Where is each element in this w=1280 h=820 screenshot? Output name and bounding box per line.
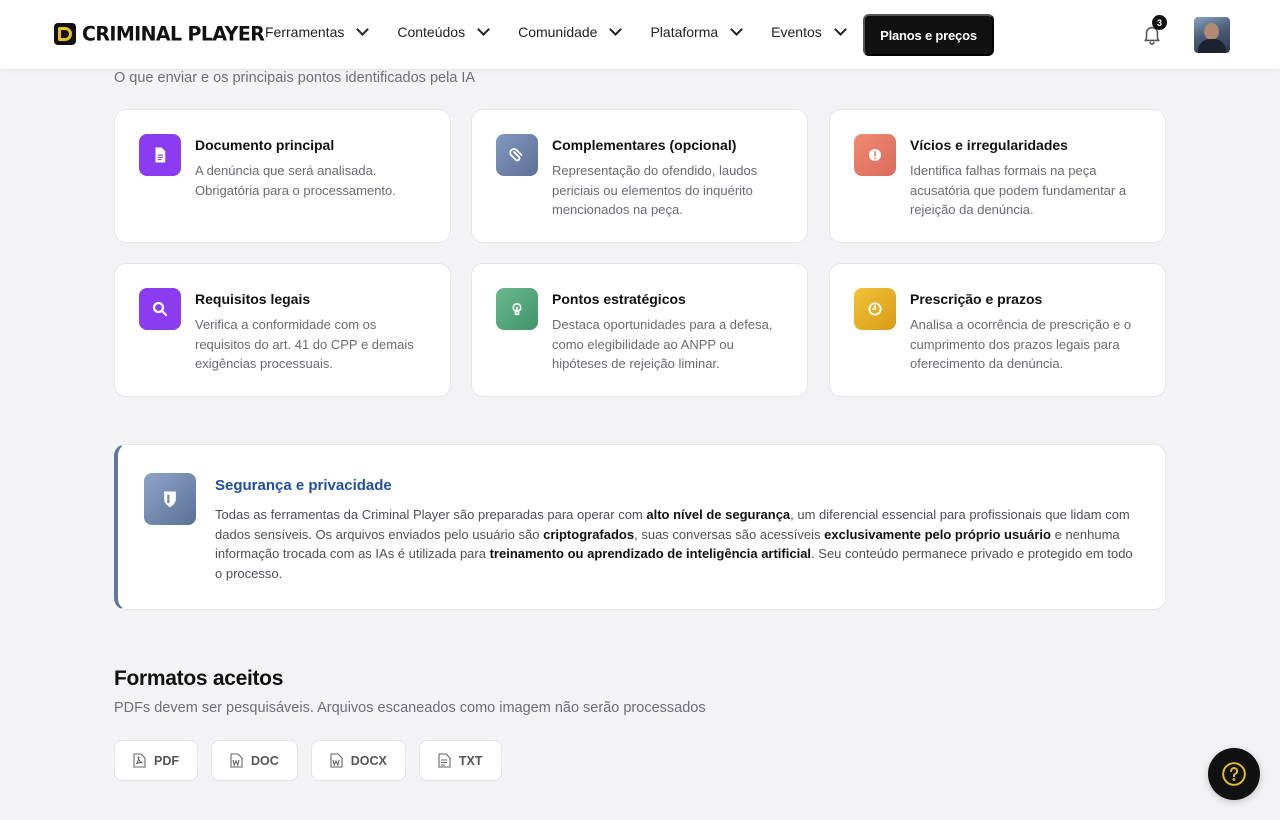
format-label: PDF: [154, 753, 179, 768]
card-description: Representação do ofendido, laudos perici…: [552, 163, 758, 218]
card-title: Requisitos legais: [195, 291, 311, 307]
feature-card-complementares: Complementares (opcional) Representação …: [471, 109, 808, 243]
nav-item-label: Ferramentas: [265, 24, 345, 40]
security-privacy-panel: Segurança e privacidade Todas as ferrame…: [114, 444, 1166, 610]
clock-icon: [854, 288, 896, 330]
chevron-down-icon: [477, 23, 490, 36]
chevron-down-icon: [356, 23, 370, 36]
help-button[interactable]: [1208, 748, 1260, 800]
card-title: Pontos estratégicos: [552, 291, 686, 307]
format-label: DOC: [251, 753, 279, 768]
brand-name: CRIMINAL PLAYER: [82, 22, 265, 46]
brand-logo[interactable]: CRIMINAL PLAYER: [54, 22, 265, 46]
search-icon: [139, 288, 181, 330]
alert-icon: [854, 134, 896, 176]
logo-mark-icon: [54, 23, 76, 45]
feature-card-pontos: Pontos estratégicos Destaca oportunidade…: [471, 263, 808, 397]
card-title: Prescrição e prazos: [910, 291, 1043, 307]
shield-icon: [144, 473, 196, 525]
card-description: Identifica falhas formais na peça acusat…: [910, 163, 1127, 218]
nav-item-label: Conteúdos: [397, 24, 466, 40]
format-label: TXT: [458, 753, 483, 768]
card-description: A denúncia que será analisada. Obrigatór…: [195, 163, 396, 198]
card-description: Analisa a ocorrência de prescrição e o c…: [910, 317, 1132, 372]
chevron-down-icon: [833, 23, 847, 36]
chevron-down-icon: [609, 23, 623, 36]
card-title: Vícios e irregularidades: [910, 137, 1068, 153]
formats-subtitle: PDFs devem ser pesquisáveis. Arquivos es…: [114, 700, 706, 716]
document-icon: [139, 134, 181, 176]
plans-pricing-button[interactable]: Planos e preços: [863, 14, 994, 56]
feature-card-prescricao: Prescrição e prazos Analisa a ocorrência…: [829, 263, 1166, 397]
format-label: DOCX: [350, 753, 387, 768]
nav-item-conteudos[interactable]: Conteúdos: [397, 23, 490, 40]
formats-title: Formatos aceitos: [114, 667, 284, 690]
user-avatar[interactable]: [1194, 17, 1230, 53]
section-subtitle: O que enviar e os principais pontos iden…: [114, 70, 476, 86]
format-chip-doc: DOC: [211, 740, 298, 781]
nav-item-plataforma[interactable]: Plataforma: [650, 23, 744, 40]
top-navigation-bar: CRIMINAL PLAYER Ferramentas Conteúdos Co…: [0, 0, 1280, 70]
feature-card-documento-principal: Documento principal A denúncia que será …: [114, 109, 451, 243]
format-chip-docx: DOCX: [310, 740, 406, 781]
question-mark-icon: [1222, 762, 1246, 786]
format-chip-txt: TXT: [418, 740, 502, 781]
main-nav: Ferramentas Conteúdos Comunidade Platafo…: [265, 23, 875, 40]
security-title: Segurança e privacidade: [215, 477, 392, 494]
lightbulb-icon: [496, 288, 538, 330]
nav-item-comunidade[interactable]: Comunidade: [518, 23, 623, 40]
card-description: Destaca oportunidades para a defesa, com…: [552, 317, 773, 372]
nav-item-label: Plataforma: [650, 24, 719, 40]
format-chip-list: PDF DOC DOCX TXT: [114, 740, 502, 781]
notification-count-badge: 3: [1152, 15, 1167, 30]
format-chip-pdf: PDF: [114, 740, 198, 781]
paperclip-icon: [496, 134, 538, 176]
nav-item-eventos[interactable]: Eventos: [771, 23, 847, 40]
card-title: Complementares (opcional): [552, 137, 737, 153]
nav-item-label: Comunidade: [518, 24, 598, 40]
nav-item-ferramentas[interactable]: Ferramentas: [265, 23, 370, 40]
security-description: Todas as ferramentas da Criminal Player …: [215, 507, 1133, 581]
text-file-icon: [438, 753, 451, 768]
card-description: Verifica a conformidade com os requisito…: [195, 317, 414, 372]
card-title: Documento principal: [195, 137, 335, 153]
word-file-icon: [230, 753, 243, 768]
pdf-file-icon: [133, 753, 146, 768]
chevron-down-icon: [730, 23, 744, 36]
word-file-icon: [330, 753, 343, 768]
feature-card-vicios: Vícios e irregularidades Identifica falh…: [829, 109, 1166, 243]
nav-item-label: Eventos: [771, 24, 822, 40]
feature-card-requisitos: Requisitos legais Verifica a conformidad…: [114, 263, 451, 397]
